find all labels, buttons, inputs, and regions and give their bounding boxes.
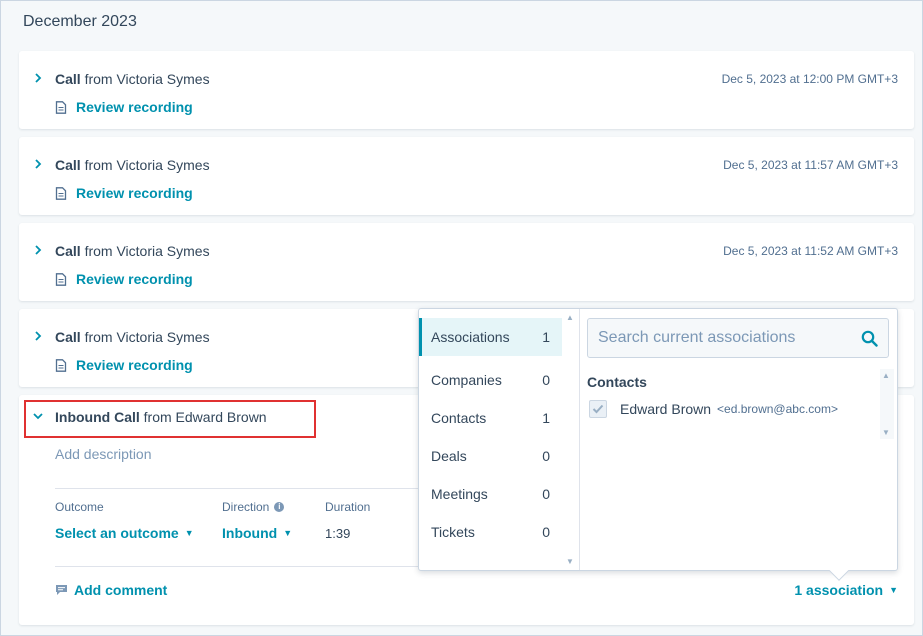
- associations-dropdown[interactable]: 1 association ▼: [794, 582, 898, 598]
- call-type: Call: [55, 157, 81, 173]
- call-title: Call from Victoria Symes: [55, 243, 210, 259]
- call-from: from Victoria Symes: [84, 71, 210, 87]
- divider: [55, 488, 420, 489]
- review-recording-label: Review recording: [76, 185, 193, 201]
- call-card[interactable]: Call from Victoria Symes Dec 5, 2023 at …: [19, 51, 914, 129]
- call-card[interactable]: Call from Victoria Symes Dec 5, 2023 at …: [19, 223, 914, 301]
- categories-scrollbar[interactable]: ▲ ▼: [564, 311, 578, 568]
- category-count: 0: [542, 524, 550, 540]
- call-type: Call: [55, 329, 81, 345]
- review-recording-link[interactable]: Review recording: [55, 271, 193, 287]
- category-label: Meetings: [431, 486, 488, 502]
- outcome-value: Select an outcome: [55, 525, 179, 541]
- category-meetings[interactable]: Meetings 0: [419, 475, 562, 513]
- scroll-up-icon[interactable]: ▲: [566, 313, 574, 322]
- direction-label: Direction i: [222, 500, 285, 514]
- associations-popover: Associations 1 Companies 0 Contacts 1 De…: [418, 308, 898, 581]
- add-comment-button[interactable]: Add comment: [55, 582, 167, 598]
- category-label: Contacts: [431, 410, 487, 426]
- category-count: 1: [542, 410, 550, 426]
- category-label: Companies: [431, 372, 502, 388]
- chevron-right-icon[interactable]: [33, 159, 43, 169]
- scroll-down-icon[interactable]: ▼: [566, 557, 574, 566]
- association-categories: Associations 1 Companies 0 Contacts 1 De…: [419, 309, 580, 570]
- document-icon: [55, 186, 67, 200]
- search-input[interactable]: [598, 329, 861, 347]
- category-deals[interactable]: Deals 0: [419, 437, 562, 475]
- call-type: Call: [55, 243, 81, 259]
- call-card[interactable]: Call from Victoria Symes Dec 5, 2023 at …: [19, 137, 914, 215]
- scroll-up-icon[interactable]: ▲: [882, 371, 890, 380]
- association-count-label: 1 association: [794, 582, 884, 598]
- scroll-down-icon[interactable]: ▼: [882, 428, 890, 437]
- comment-icon: [56, 585, 67, 595]
- chevron-right-icon[interactable]: [33, 245, 43, 255]
- contact-item[interactable]: Edward Brown <ed.brown@abc.com>: [589, 400, 838, 418]
- search-associations[interactable]: [587, 318, 889, 358]
- document-icon: [55, 100, 67, 114]
- call-from: from Victoria Symes: [84, 243, 210, 259]
- category-tickets[interactable]: Tickets 0: [419, 513, 562, 551]
- category-count: 1: [542, 329, 550, 345]
- document-icon: [55, 358, 67, 372]
- chevron-right-icon[interactable]: [33, 331, 43, 341]
- contact-checkbox[interactable]: [589, 400, 607, 418]
- caret-down-icon: ▼: [889, 585, 898, 595]
- document-icon: [55, 272, 67, 286]
- add-comment-label: Add comment: [74, 582, 168, 598]
- caret-down-icon: ▼: [184, 528, 194, 538]
- add-description-field[interactable]: Add description: [55, 446, 152, 462]
- call-type: Call: [55, 71, 81, 87]
- review-recording-label: Review recording: [76, 271, 193, 287]
- contact-email: <ed.brown@abc.com>: [717, 402, 838, 416]
- call-from: from Victoria Symes: [84, 157, 210, 173]
- call-from: from Victoria Symes: [84, 329, 210, 345]
- review-recording-label: Review recording: [76, 99, 193, 115]
- divider: [55, 566, 420, 567]
- chevron-down-icon[interactable]: [33, 411, 43, 421]
- review-recording-label: Review recording: [76, 357, 193, 373]
- search-icon[interactable]: [861, 330, 878, 347]
- duration-value: 1:39: [325, 526, 351, 541]
- outcome-label: Outcome: [55, 500, 104, 514]
- call-title: Call from Victoria Symes: [55, 329, 210, 345]
- month-heading: December 2023: [23, 13, 137, 30]
- duration-label: Duration: [325, 500, 370, 514]
- outcome-label-text: Outcome: [55, 500, 104, 514]
- duration-label-text: Duration: [325, 500, 371, 514]
- call-timestamp: Dec 5, 2023 at 11:52 AM GMT+3: [723, 244, 898, 258]
- review-recording-link[interactable]: Review recording: [55, 185, 193, 201]
- call-title: Call from Victoria Symes: [55, 157, 210, 173]
- call-title: Call from Victoria Symes: [55, 71, 210, 87]
- call-timestamp: Dec 5, 2023 at 12:00 PM GMT+3: [721, 72, 898, 86]
- category-associations[interactable]: Associations 1: [419, 318, 562, 356]
- direction-dropdown[interactable]: Inbound ▼: [222, 525, 292, 541]
- category-companies[interactable]: Companies 0: [419, 361, 562, 399]
- checkmark-icon: [592, 404, 604, 414]
- category-count: 0: [542, 486, 550, 502]
- direction-label-text: Direction: [222, 500, 270, 514]
- category-contacts[interactable]: Contacts 1: [419, 399, 562, 437]
- review-recording-link[interactable]: Review recording: [55, 357, 193, 373]
- contacts-heading: Contacts: [587, 374, 647, 390]
- contacts-scrollbar[interactable]: ▲ ▼: [880, 369, 894, 439]
- call-type: Inbound Call: [55, 409, 140, 425]
- outcome-dropdown[interactable]: Select an outcome ▼: [55, 525, 194, 541]
- category-count: 0: [542, 372, 550, 388]
- category-label: Associations: [431, 329, 510, 345]
- call-timestamp: Dec 5, 2023 at 11:57 AM GMT+3: [723, 158, 898, 172]
- call-from: from Edward Brown: [143, 409, 267, 425]
- category-label: Deals: [431, 448, 467, 464]
- caret-down-icon: ▼: [283, 528, 293, 538]
- review-recording-link[interactable]: Review recording: [55, 99, 193, 115]
- contact-name: Edward Brown: [620, 401, 712, 417]
- call-title: Inbound Call from Edward Brown: [55, 409, 267, 425]
- chevron-right-icon[interactable]: [33, 73, 43, 83]
- info-icon[interactable]: i: [274, 502, 285, 512]
- direction-value: Inbound: [222, 525, 278, 541]
- category-count: 0: [542, 448, 550, 464]
- category-label: Tickets: [431, 524, 475, 540]
